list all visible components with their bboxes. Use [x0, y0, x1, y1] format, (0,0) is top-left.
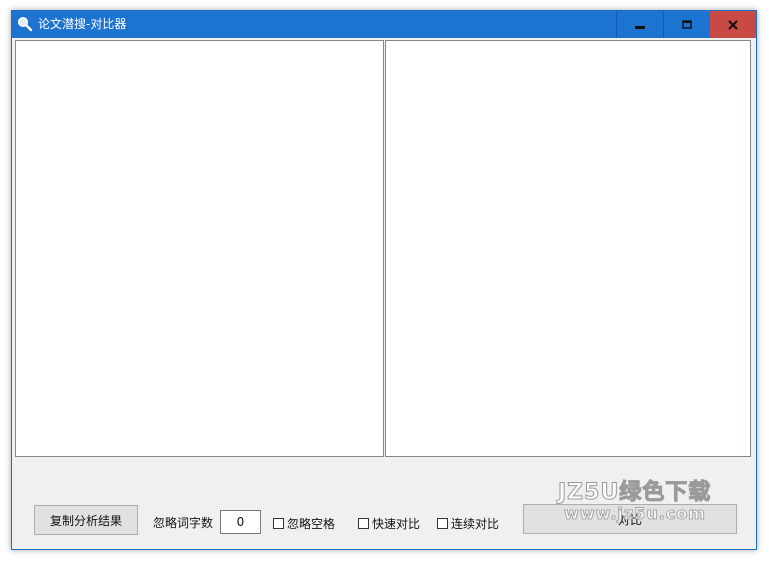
- app-window: 论文潜搜-对比器 复制分析结果 忽略词字数 0 忽略空格 快速对比 连续对比 对…: [11, 10, 757, 550]
- ignore-space-label: 忽略空格: [287, 517, 336, 531]
- title-bar[interactable]: 论文潜搜-对比器: [12, 11, 756, 38]
- ignore-count-label: 忽略词字数: [153, 516, 214, 530]
- right-text-pane[interactable]: [385, 40, 751, 457]
- bottom-toolbar: 复制分析结果 忽略词字数 0 忽略空格 快速对比 连续对比 对比: [12, 457, 756, 549]
- ignore-space-checkbox[interactable]: 忽略空格: [273, 515, 335, 532]
- minimize-icon: [635, 20, 645, 30]
- continuous-compare-checkbox[interactable]: 连续对比: [437, 515, 499, 532]
- checkbox-box[interactable]: [437, 518, 448, 529]
- maximize-icon: [682, 19, 692, 30]
- left-text-pane[interactable]: [15, 40, 384, 457]
- magnifier-icon: [17, 16, 33, 32]
- ignore-count-input[interactable]: 0: [220, 510, 261, 534]
- checkbox-box[interactable]: [273, 518, 284, 529]
- copy-result-button[interactable]: 复制分析结果: [34, 505, 138, 535]
- minimize-button[interactable]: [616, 11, 663, 38]
- window-title: 论文潜搜-对比器: [38, 17, 127, 31]
- continuous-compare-label: 连续对比: [451, 517, 500, 531]
- close-button[interactable]: [710, 11, 756, 38]
- checkbox-box[interactable]: [358, 518, 369, 529]
- fast-compare-label: 快速对比: [372, 517, 421, 531]
- close-icon: [728, 19, 738, 30]
- fast-compare-checkbox[interactable]: 快速对比: [358, 515, 420, 532]
- compare-button[interactable]: 对比: [523, 504, 737, 534]
- maximize-button[interactable]: [663, 11, 710, 38]
